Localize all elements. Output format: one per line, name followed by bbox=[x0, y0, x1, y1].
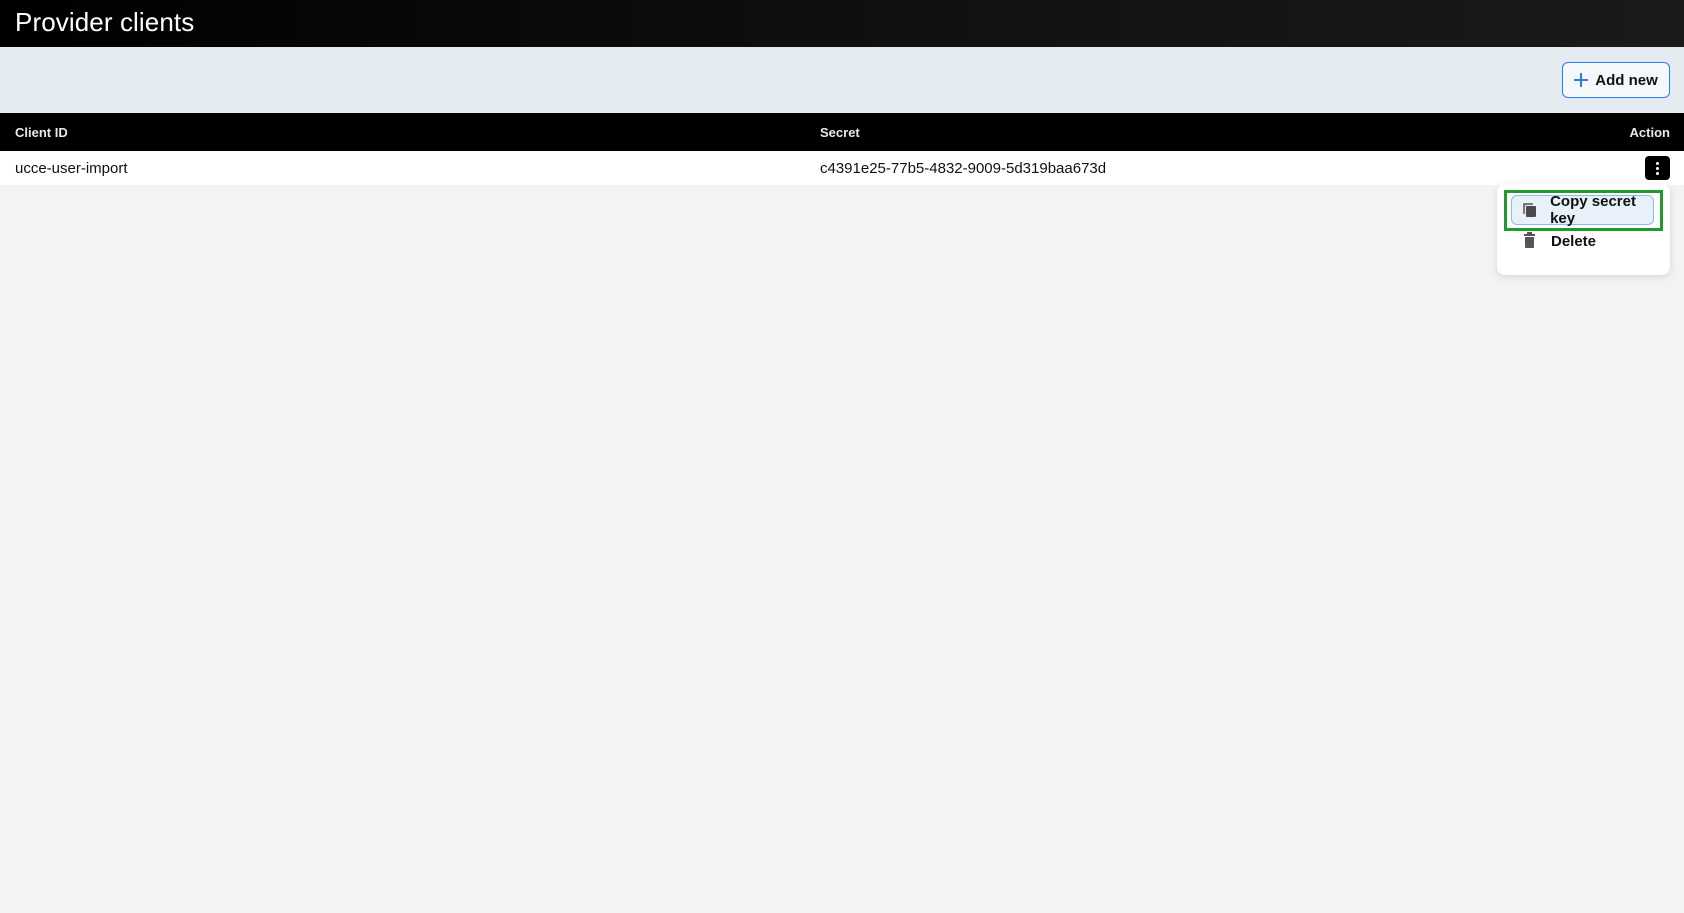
client-id-cell: ucce-user-import bbox=[15, 160, 128, 177]
secret-cell: c4391e25-77b5-4832-9009-5d319baa673d bbox=[820, 160, 1107, 177]
copy-icon bbox=[1522, 201, 1538, 219]
toolbar: Add new bbox=[0, 47, 1684, 113]
plus-icon bbox=[1574, 73, 1589, 87]
kebab-dot-icon bbox=[1656, 171, 1659, 175]
copy-secret-key-label: Copy secret key bbox=[1550, 193, 1636, 227]
add-new-button[interactable]: Add new bbox=[1562, 62, 1670, 98]
row-actions-menu: Copy secret key Delete bbox=[1497, 184, 1670, 275]
copy-secret-key-menu-item[interactable]: Copy secret key bbox=[1511, 193, 1654, 227]
kebab-dot-icon bbox=[1656, 166, 1659, 170]
table-row: ucce-user-import c4391e25-77b5-4832-9009… bbox=[0, 151, 1684, 185]
add-new-label: Add new bbox=[1595, 71, 1658, 89]
column-header-client-id: Client ID bbox=[15, 125, 68, 140]
column-header-action: Action bbox=[1629, 125, 1670, 140]
trash-icon bbox=[1521, 232, 1539, 250]
row-actions-button[interactable] bbox=[1645, 156, 1670, 180]
kebab-dot-icon bbox=[1656, 161, 1659, 165]
app-header: Provider clients bbox=[0, 0, 1684, 47]
delete-menu-item[interactable]: Delete bbox=[1511, 226, 1654, 256]
column-header-secret: Secret bbox=[820, 125, 860, 140]
delete-label: Delete bbox=[1551, 232, 1597, 250]
page-title: Provider clients bbox=[15, 7, 195, 37]
table-header: Client ID Secret Action bbox=[0, 113, 1684, 151]
